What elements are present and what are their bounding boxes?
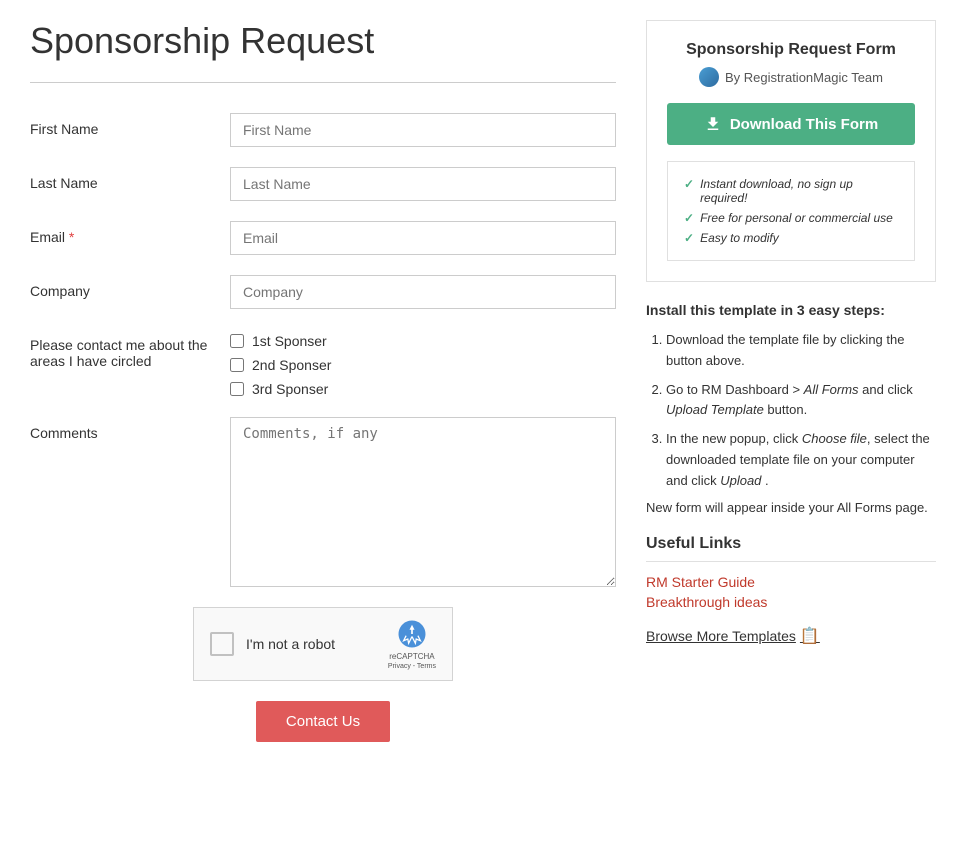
install-note: New form will appear inside your All For… bbox=[646, 500, 936, 515]
feature-item-1: Instant download, no sign up required! bbox=[684, 174, 898, 208]
recaptcha-label: I'm not a robot bbox=[246, 636, 376, 652]
submit-wrapper: Contact Us bbox=[30, 701, 616, 742]
install-step-2: Go to RM Dashboard > All Forms and click… bbox=[666, 380, 936, 422]
last-name-input[interactable] bbox=[230, 167, 616, 201]
last-name-row: Last Name bbox=[30, 167, 616, 201]
main-content: Sponsorship Request First Name Last Name… bbox=[30, 20, 616, 742]
feature-list: Instant download, no sign up required! F… bbox=[667, 161, 915, 261]
email-row: Email * bbox=[30, 221, 616, 255]
email-label: Email * bbox=[30, 221, 230, 245]
sponsor-1st-label: 1st Sponser bbox=[252, 333, 327, 349]
feature-item-2: Free for personal or commercial use bbox=[684, 208, 898, 228]
page-title: Sponsorship Request bbox=[30, 20, 616, 62]
recaptcha-links: Privacy - Terms bbox=[388, 663, 436, 670]
choose-file-ref: Choose file bbox=[802, 431, 867, 446]
feature-item-3: Easy to modify bbox=[684, 228, 898, 248]
sponsor-label: Please contact me about the areas I have… bbox=[30, 329, 230, 369]
sidebar: Sponsorship Request Form By Registration… bbox=[646, 20, 936, 742]
sponsor-2nd-label: 2nd Sponser bbox=[252, 357, 331, 373]
recaptcha-checkbox[interactable] bbox=[210, 632, 234, 656]
install-steps: Download the template file by clicking t… bbox=[646, 330, 936, 492]
company-row: Company bbox=[30, 275, 616, 309]
sponsor-1st-item[interactable]: 1st Sponser bbox=[230, 333, 331, 349]
last-name-label: Last Name bbox=[30, 167, 230, 191]
install-title: Install this template in 3 easy steps: bbox=[646, 302, 936, 318]
breakthrough-ideas-link[interactable]: Breakthrough ideas bbox=[646, 594, 936, 610]
submit-button[interactable]: Contact Us bbox=[256, 701, 390, 742]
sponsor-1st-checkbox[interactable] bbox=[230, 334, 244, 348]
download-icon bbox=[704, 115, 722, 133]
useful-links-divider bbox=[646, 561, 936, 562]
sponsor-3rd-label: 3rd Sponser bbox=[252, 381, 328, 397]
required-indicator: * bbox=[69, 229, 74, 245]
company-label: Company bbox=[30, 275, 230, 299]
all-forms-ref: All Forms bbox=[804, 382, 859, 397]
rm-starter-guide-link[interactable]: RM Starter Guide bbox=[646, 574, 936, 590]
sponsor-3rd-checkbox[interactable] bbox=[230, 382, 244, 396]
email-input[interactable] bbox=[230, 221, 616, 255]
install-step-3: In the new popup, click Choose file, sel… bbox=[666, 429, 936, 491]
useful-links-title: Useful Links bbox=[646, 535, 936, 553]
recaptcha-box[interactable]: I'm not a robot reCAPTCHA Privacy - Term… bbox=[193, 607, 453, 681]
sponsor-2nd-item[interactable]: 2nd Sponser bbox=[230, 357, 331, 373]
recaptcha-icon bbox=[396, 618, 428, 650]
comments-row: Comments bbox=[30, 417, 616, 587]
download-label: Download This Form bbox=[730, 116, 878, 133]
comments-label: Comments bbox=[30, 417, 230, 441]
all-forms-note-ref: All Forms bbox=[837, 500, 892, 515]
company-input[interactable] bbox=[230, 275, 616, 309]
sidebar-author: By RegistrationMagic Team bbox=[667, 67, 915, 87]
browse-more-templates[interactable]: Browse More Templates 📋 bbox=[646, 626, 820, 646]
upload-ref: Upload bbox=[720, 473, 761, 488]
sponsor-row: Please contact me about the areas I have… bbox=[30, 329, 616, 397]
sponsor-checkbox-group: 1st Sponser 2nd Sponser 3rd Sponser bbox=[230, 329, 331, 397]
sidebar-card: Sponsorship Request Form By Registration… bbox=[646, 20, 936, 282]
first-name-input[interactable] bbox=[230, 113, 616, 147]
sidebar-form-title: Sponsorship Request Form bbox=[667, 41, 915, 59]
author-name: By RegistrationMagic Team bbox=[725, 70, 883, 85]
upload-template-ref: Upload Template bbox=[666, 402, 764, 417]
first-name-label: First Name bbox=[30, 113, 230, 137]
comments-input[interactable] bbox=[230, 417, 616, 587]
author-icon bbox=[699, 67, 719, 87]
useful-links-section: Useful Links RM Starter Guide Breakthrou… bbox=[646, 535, 936, 646]
browse-more-label: Browse More Templates bbox=[646, 628, 796, 644]
recaptcha-wrapper: I'm not a robot reCAPTCHA Privacy - Term… bbox=[30, 607, 616, 681]
title-divider bbox=[30, 82, 616, 83]
install-section: Install this template in 3 easy steps: D… bbox=[646, 302, 936, 515]
recaptcha-logo-area: reCAPTCHA Privacy - Terms bbox=[388, 618, 436, 670]
sponsor-3rd-item[interactable]: 3rd Sponser bbox=[230, 381, 331, 397]
install-step-1: Download the template file by clicking t… bbox=[666, 330, 936, 372]
first-name-row: First Name bbox=[30, 113, 616, 147]
recaptcha-brand: reCAPTCHA bbox=[389, 652, 434, 661]
browse-more-icon: 📋 bbox=[800, 626, 820, 646]
sponsor-2nd-checkbox[interactable] bbox=[230, 358, 244, 372]
download-button[interactable]: Download This Form bbox=[667, 103, 915, 145]
